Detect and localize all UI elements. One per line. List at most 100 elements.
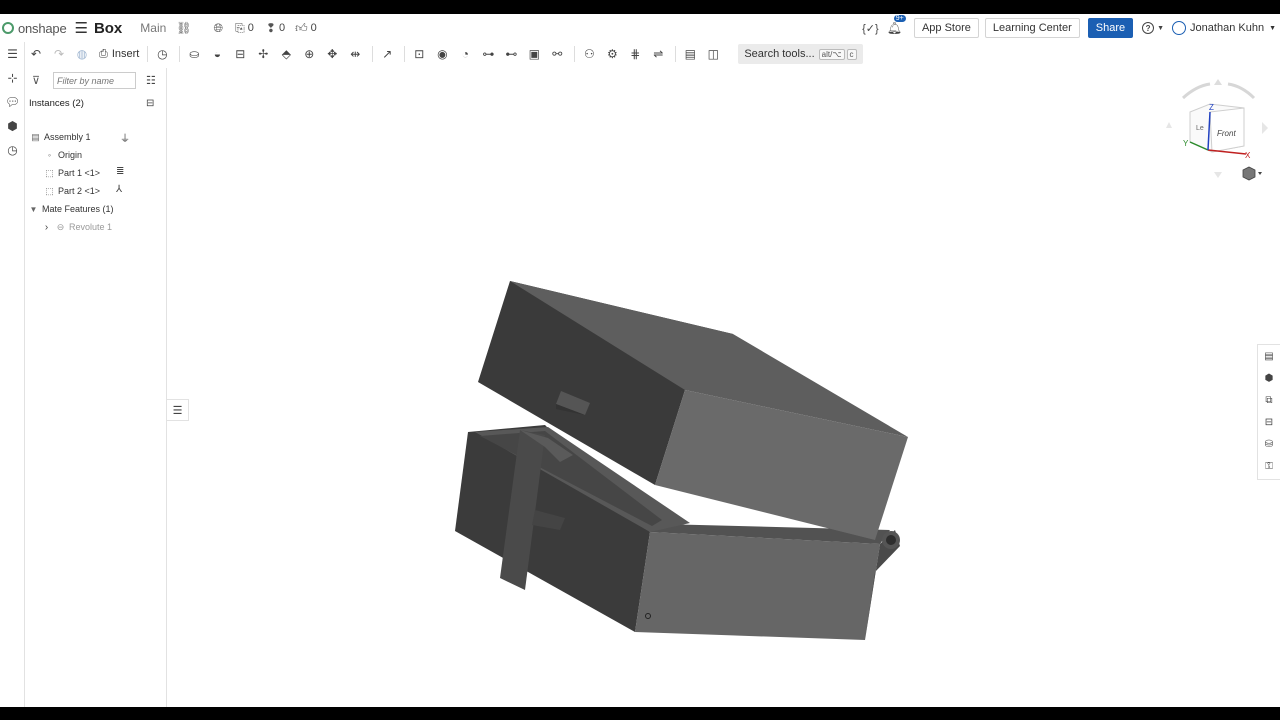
document-title[interactable]: Box — [94, 20, 122, 37]
parts-icon[interactable]: ⬢ — [0, 114, 25, 138]
view-cube-left-label: Le — [1196, 125, 1204, 132]
rotate-left-arrow-icon[interactable] — [1166, 122, 1172, 128]
hamburger-menu-icon[interactable]: ☰ — [74, 19, 87, 37]
chevron-right-icon[interactable]: › — [41, 222, 52, 233]
redo-icon[interactable]: ↷ — [49, 44, 69, 64]
rotate-right-arrow-icon[interactable] — [1262, 122, 1268, 134]
add-instance-icon[interactable]: ⊹ — [0, 66, 25, 90]
appearance-panel-icon[interactable]: ⬢ — [1258, 367, 1280, 389]
undo-icon[interactable]: ↶ — [26, 44, 46, 64]
screw-relation-icon[interactable]: ⊷ — [501, 44, 521, 64]
named-positions-icon[interactable]: ⇌ — [648, 44, 668, 64]
parallel-mate-icon[interactable]: ⇹ — [345, 44, 365, 64]
rotate-down-arrow-icon[interactable] — [1214, 172, 1222, 178]
filter-input[interactable] — [53, 72, 136, 89]
view-cube[interactable]: Front Le X Y Z — [1164, 74, 1274, 194]
named-views-icon[interactable]: ⚿ — [1258, 455, 1280, 477]
tree-item-assembly[interactable]: ▤ Assembly 1 ⏚ — [30, 129, 166, 146]
insert-icon: ⎙ — [99, 47, 108, 60]
animate-icon[interactable]: ⚯ — [547, 44, 567, 64]
shortcut-key-alt: alt/⌥ — [818, 48, 845, 60]
group-icon[interactable]: ⊡ — [409, 44, 429, 64]
list-view-icon[interactable]: ☷ — [146, 74, 156, 87]
box-assembly-model[interactable] — [168, 66, 1256, 707]
user-chevron-down-icon: ▼ — [1269, 24, 1276, 32]
tree-item-origin[interactable]: ◦ Origin — [44, 147, 82, 163]
tangent-mate-icon[interactable]: ↗ — [377, 44, 397, 64]
instances-heading[interactable]: Instances (2) — [29, 98, 84, 109]
part-icon: ⬚ — [45, 185, 54, 196]
mate-connector-icon[interactable]: ◉ — [432, 44, 452, 64]
assembly-icon: ▤ — [31, 131, 40, 142]
slider-mate-icon[interactable]: ⊟ — [230, 44, 250, 64]
globe-icon[interactable]: 🌐︎ — [214, 21, 224, 36]
settings-gear-icon[interactable]: ⚙ — [602, 44, 622, 64]
help-icon[interactable]: ? — [1142, 22, 1155, 34]
toolbar-divider — [404, 46, 406, 62]
variables-icon[interactable]: {✓} — [862, 22, 879, 35]
pin-slot-mate-icon[interactable]: ⊕ — [299, 44, 319, 64]
share-button[interactable]: Share — [1087, 18, 1134, 38]
mass-properties-icon[interactable]: ⊟ — [1258, 411, 1280, 433]
comments-icon[interactable]: 💬︎ — [0, 90, 25, 114]
toolbar-divider — [179, 46, 181, 62]
view-cube-arrows-icon[interactable] — [1181, 82, 1256, 100]
tree-item-label: Part 2 <1> — [58, 186, 101, 196]
section-view-icon[interactable]: ◫ — [703, 44, 723, 64]
view-cube-front-label: Front — [1217, 129, 1236, 138]
ball-mate-icon[interactable]: ✥ — [322, 44, 342, 64]
tree-item-part-2[interactable]: ⬚ Part 2 <1> ⅄ — [44, 183, 166, 199]
chevron-down-icon: ▼ — [29, 204, 38, 214]
degrees-of-freedom-icon[interactable]: ⅄ — [116, 184, 122, 195]
comments-count: 0 — [278, 22, 286, 34]
view-options-cube-icon[interactable] — [1242, 166, 1262, 181]
tree-item-label: Mate Features (1) — [42, 204, 114, 214]
user-menu[interactable]: Jonathan Kuhn ▼ — [1172, 21, 1276, 35]
graphics-viewport[interactable] — [168, 66, 1256, 707]
gear-relation-icon[interactable]: ◔ — [455, 44, 475, 64]
instances-options-icon[interactable]: ⊟ — [146, 98, 154, 109]
fix-origin-icon[interactable]: ⏚ — [120, 130, 130, 145]
rotate-up-arrow-icon[interactable] — [1214, 79, 1222, 85]
likes-count: 0 — [310, 22, 317, 34]
search-tools-button[interactable]: Search tools... alt/⌥ c — [738, 44, 863, 64]
parts-lock-icon[interactable]: ⛁ — [1258, 433, 1280, 455]
tree-item-mate-features[interactable]: ▼ Mate Features (1) — [28, 201, 114, 217]
properties-panel-icon[interactable]: ▤ — [1258, 345, 1280, 367]
insert-button[interactable]: ⎙ Insert — [95, 48, 143, 61]
filter-funnel-icon[interactable]: ⊽ — [32, 74, 40, 87]
help-chevron-down-icon[interactable]: ▼ — [1157, 25, 1164, 32]
fastened-mate-icon[interactable]: ⛀ — [184, 44, 204, 64]
revolute-mate-icon[interactable]: ◒ — [207, 44, 227, 64]
explode-view-icon[interactable]: ⋕ — [625, 44, 645, 64]
configurations-icon[interactable]: ⧉ — [1258, 389, 1280, 411]
link-icon[interactable]: ⛓ — [176, 21, 191, 35]
learning-center-button[interactable]: Learning Center — [984, 18, 1080, 38]
tree-item-label: Origin — [58, 150, 83, 160]
like-icon[interactable]: 👍︎ — [295, 21, 308, 36]
toolbar-divider — [147, 46, 149, 62]
comment-pin-icon[interactable]: ❢ — [266, 21, 276, 35]
tree-item-revolute[interactable]: › ⊖ Revolute 1 — [41, 219, 112, 235]
cylindrical-mate-icon[interactable]: ⬘ — [276, 44, 296, 64]
header-right: {✓} 🔔︎ 9+ App Store Learning Center Share… — [862, 14, 1280, 42]
logo-text: onshape — [18, 20, 67, 36]
regenerate-icon[interactable]: ◍ — [72, 44, 92, 64]
tree-item-part-1[interactable]: ⬚ Part 1 <1> ≣ — [44, 165, 166, 181]
bom-icon[interactable]: ▤ — [680, 44, 700, 64]
linear-relation-icon[interactable]: ▣ — [524, 44, 544, 64]
mate-relation-icon[interactable]: ⚇ — [579, 44, 599, 64]
tree-item-label: Part 1 <1> — [58, 168, 101, 178]
search-tools-label: Search tools... — [744, 48, 815, 60]
planar-mate-icon[interactable]: ✢ — [253, 44, 273, 64]
notifications-icon[interactable]: 🔔︎ 9+ — [887, 15, 906, 35]
history-icon[interactable]: ◷ — [0, 138, 25, 162]
rack-pinion-icon[interactable]: ⊶ — [478, 44, 498, 64]
app-store-button[interactable]: App Store — [913, 18, 979, 38]
fixed-icon[interactable]: ≣ — [116, 166, 124, 177]
replicate-icon[interactable]: ◷ — [152, 44, 172, 64]
versions-icon[interactable]: ⎘ — [235, 21, 245, 36]
workspace-name[interactable]: Main — [140, 21, 166, 35]
feature-list-icon[interactable]: ☰ — [0, 42, 25, 66]
onshape-logo[interactable]: onshape — [2, 20, 67, 36]
